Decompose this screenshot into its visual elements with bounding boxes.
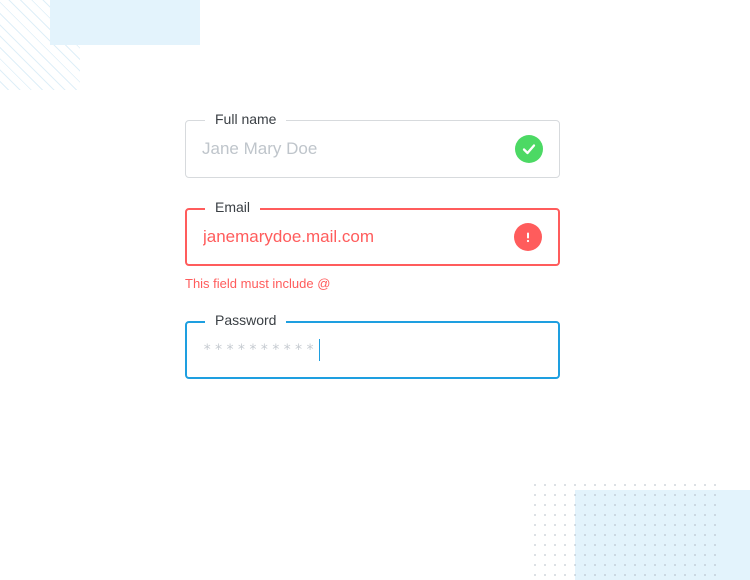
password-mask-text: ********** — [203, 342, 317, 358]
exclamation-icon — [514, 223, 542, 251]
password-box[interactable]: ********** — [185, 321, 560, 379]
decorative-top-left — [0, 0, 200, 50]
fullname-box — [185, 120, 560, 178]
light-blue-square-decoration — [50, 0, 200, 45]
dot-grid-decoration — [530, 480, 720, 580]
email-label: Email — [205, 199, 260, 215]
email-box — [185, 208, 560, 266]
fullname-label: Full name — [205, 111, 286, 127]
check-icon — [515, 135, 543, 163]
email-input[interactable] — [203, 227, 514, 247]
password-field: Password ********** — [185, 321, 560, 379]
fullname-field: Full name — [185, 120, 560, 178]
text-caret — [319, 339, 320, 361]
password-input[interactable]: ********** — [203, 323, 542, 377]
email-field: Email — [185, 208, 560, 266]
decorative-bottom-right — [530, 440, 750, 580]
fullname-input[interactable] — [202, 139, 515, 159]
signup-form: Full name Email This field must include … — [185, 120, 560, 409]
email-error-message: This field must include @ — [185, 276, 560, 291]
password-label: Password — [205, 312, 286, 328]
